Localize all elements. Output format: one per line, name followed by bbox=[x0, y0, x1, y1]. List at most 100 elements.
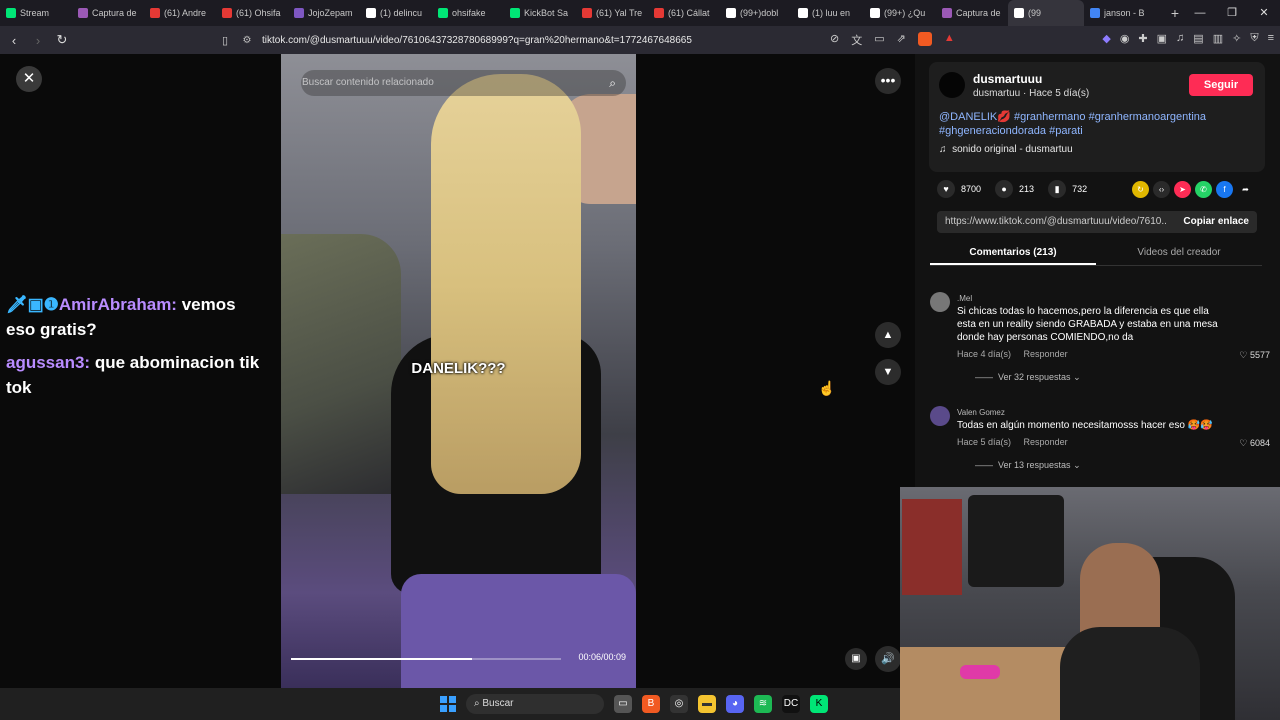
repost-icon[interactable]: ↻ bbox=[1132, 181, 1149, 198]
menu-icon[interactable]: ≡ bbox=[1268, 32, 1274, 45]
next-video-button[interactable]: ▼ bbox=[875, 359, 901, 385]
wallet-icon[interactable]: ◉ bbox=[1120, 32, 1130, 45]
tab-title: KickBot Sa bbox=[524, 8, 569, 18]
extension-icon[interactable]: ◆ bbox=[1102, 32, 1110, 45]
screenshot-icon[interactable]: ▣ bbox=[1157, 32, 1167, 45]
rewards-icon[interactable]: ▲ bbox=[944, 32, 955, 48]
reply-button[interactable]: Responder bbox=[1024, 349, 1068, 359]
browser-tab[interactable]: (99+)dobl bbox=[720, 0, 792, 26]
sidebar-icon[interactable]: ▤ bbox=[1193, 32, 1203, 45]
forward-icon[interactable]: › bbox=[28, 33, 48, 48]
browser-tab[interactable]: (61) Andre bbox=[144, 0, 216, 26]
comment-time: Hace 5 día(s) bbox=[957, 437, 1012, 447]
browser-tab[interactable]: (99 bbox=[1008, 0, 1084, 26]
brave-app-icon[interactable]: B bbox=[642, 695, 660, 713]
whatsapp-icon[interactable]: ✆ bbox=[1195, 181, 1212, 198]
back-icon[interactable]: ‹ bbox=[4, 33, 24, 48]
browser-tab[interactable]: Captura de bbox=[72, 0, 144, 26]
taskbar-search-input[interactable]: ⌕ Buscar bbox=[466, 694, 604, 714]
video-link[interactable]: https://www.tiktok.com/@dusmartuuu/video… bbox=[945, 216, 1167, 227]
spotify-app-icon[interactable]: ≋ bbox=[754, 695, 772, 713]
browser-tab[interactable]: janson - B bbox=[1084, 0, 1166, 26]
comment-like[interactable]: ♡ 6084 bbox=[1239, 438, 1270, 449]
browser-tab-bar: Stream Captura de (61) Andre (61) Ohsifa Joj… bbox=[0, 0, 1280, 26]
commenter-avatar[interactable] bbox=[930, 292, 950, 312]
follow-button[interactable]: Seguir bbox=[1189, 74, 1253, 96]
wallet2-icon[interactable]: ▥ bbox=[1213, 32, 1223, 45]
sound-link[interactable]: ♫ sonido original - dusmartuu bbox=[939, 144, 1073, 155]
dc-app-icon[interactable]: DC bbox=[782, 695, 800, 713]
browser-tab[interactable]: (1) luu en bbox=[792, 0, 864, 26]
reload-icon[interactable]: ↻ bbox=[52, 32, 72, 48]
discord-app-icon[interactable]: ◕ bbox=[726, 695, 744, 713]
share-arrow-icon[interactable]: ➦ bbox=[1237, 181, 1254, 198]
music-icon[interactable]: ♫ bbox=[1176, 32, 1184, 45]
browser-tab[interactable]: (1) delincu bbox=[360, 0, 432, 26]
close-window-icon[interactable]: ✕ bbox=[1248, 0, 1280, 26]
vpn-icon[interactable]: ⛨ bbox=[1250, 32, 1258, 45]
reader-icon[interactable]: ⊘ bbox=[830, 32, 839, 48]
search-icon[interactable]: ⌕ bbox=[609, 70, 616, 96]
copy-link-button[interactable]: Copiar enlace bbox=[1183, 216, 1249, 227]
bookmark-icon[interactable]: ▯ bbox=[222, 34, 238, 47]
volume-icon[interactable]: 🔊 bbox=[875, 646, 901, 672]
browser-tab[interactable]: (99+) ¿Qu bbox=[864, 0, 936, 26]
view-replies-button[interactable]: —— Ver 13 respuestas ⌄ bbox=[975, 460, 1081, 471]
comment-like[interactable]: ♡ 5577 bbox=[1239, 350, 1270, 361]
facebook-icon[interactable]: f bbox=[1216, 181, 1233, 198]
new-tab-button[interactable]: + bbox=[1166, 5, 1184, 21]
view-replies-button[interactable]: —— Ver 32 respuestas ⌄ bbox=[975, 372, 1081, 383]
commenter-name[interactable]: .Mel bbox=[957, 294, 972, 303]
maximize-icon[interactable]: ❐ bbox=[1216, 0, 1248, 26]
pip-icon[interactable]: ▭ bbox=[874, 32, 884, 48]
browser-tab[interactable]: (61) Yal Tre bbox=[576, 0, 648, 26]
like-icon[interactable]: ♥ bbox=[937, 180, 955, 198]
tab-title: (61) Cállat bbox=[668, 8, 710, 18]
folder-app-icon[interactable]: ▬ bbox=[698, 695, 716, 713]
video-progress-bar[interactable] bbox=[291, 658, 561, 660]
creator-card: dusmartuuu dusmartuu · Hace 5 día(s) Seg… bbox=[929, 62, 1265, 172]
obs-app-icon[interactable]: ◎ bbox=[670, 695, 688, 713]
tab-favicon-icon bbox=[366, 8, 376, 18]
browser-tab[interactable]: JojoZepam bbox=[288, 0, 360, 26]
more-options-button[interactable]: ••• bbox=[875, 68, 901, 94]
leo-icon[interactable]: ✧ bbox=[1232, 32, 1241, 45]
share-icon[interactable]: ⇗ bbox=[897, 32, 906, 48]
bookmark-save-icon[interactable]: ▮ bbox=[1048, 180, 1067, 198]
video-description[interactable]: @DANELIK💋 #granhermano #granhermanoargen… bbox=[939, 110, 1239, 138]
comment-icon[interactable]: ● bbox=[995, 180, 1014, 198]
start-icon[interactable] bbox=[440, 696, 456, 712]
commenter-name[interactable]: Valen Gomez bbox=[957, 408, 1005, 417]
embed-icon[interactable]: ‹› bbox=[1153, 181, 1170, 198]
site-info-icon[interactable]: ⚙ bbox=[238, 35, 256, 46]
browser-tab[interactable]: (61) Cállat bbox=[648, 0, 720, 26]
translate-icon[interactable]: 文 bbox=[851, 32, 862, 48]
close-video-button[interactable]: ✕ bbox=[16, 66, 42, 92]
brave-shield-icon[interactable] bbox=[917, 32, 932, 46]
video-time: 00:06/00:09 bbox=[578, 652, 626, 662]
kick-app-icon[interactable]: K bbox=[810, 695, 828, 713]
browser-tab[interactable]: Stream bbox=[0, 0, 72, 26]
tab-favicon-icon bbox=[942, 8, 952, 18]
tab-favicon-icon bbox=[654, 8, 664, 18]
browser-tab[interactable]: ohsifake bbox=[432, 0, 504, 26]
avatar[interactable] bbox=[939, 72, 965, 98]
creator-name[interactable]: dusmartuuu bbox=[973, 72, 1042, 86]
video-player[interactable]: Buscar contenido relacionado ⌕ DANELIK??… bbox=[281, 54, 636, 688]
tab-creator-videos[interactable]: Videos del creador bbox=[1096, 242, 1262, 265]
stream-chat-overlay: 🗡▣❶AmirAbraham: vemos eso gratis? agussa… bbox=[6, 292, 266, 408]
related-search-input[interactable]: Buscar contenido relacionado ⌕ bbox=[301, 70, 626, 96]
floating-player-icon[interactable]: ▣ bbox=[845, 648, 867, 670]
task-view-icon[interactable]: ▭ bbox=[614, 695, 632, 713]
reply-button[interactable]: Responder bbox=[1024, 437, 1068, 447]
minimize-icon[interactable]: — bbox=[1184, 0, 1216, 26]
previous-video-button[interactable]: ▲ bbox=[875, 322, 901, 348]
commenter-avatar[interactable] bbox=[930, 406, 950, 426]
browser-tab[interactable]: KickBot Sa bbox=[504, 0, 576, 26]
send-icon[interactable]: ➤ bbox=[1174, 181, 1191, 198]
browser-tab[interactable]: Captura de bbox=[936, 0, 1008, 26]
browser-tab[interactable]: (61) Ohsifa bbox=[216, 0, 288, 26]
puzzle-icon[interactable]: ✚ bbox=[1138, 32, 1147, 45]
tab-comments[interactable]: Comentarios (213) bbox=[930, 242, 1096, 265]
music-note-icon: ♫ bbox=[939, 144, 947, 155]
